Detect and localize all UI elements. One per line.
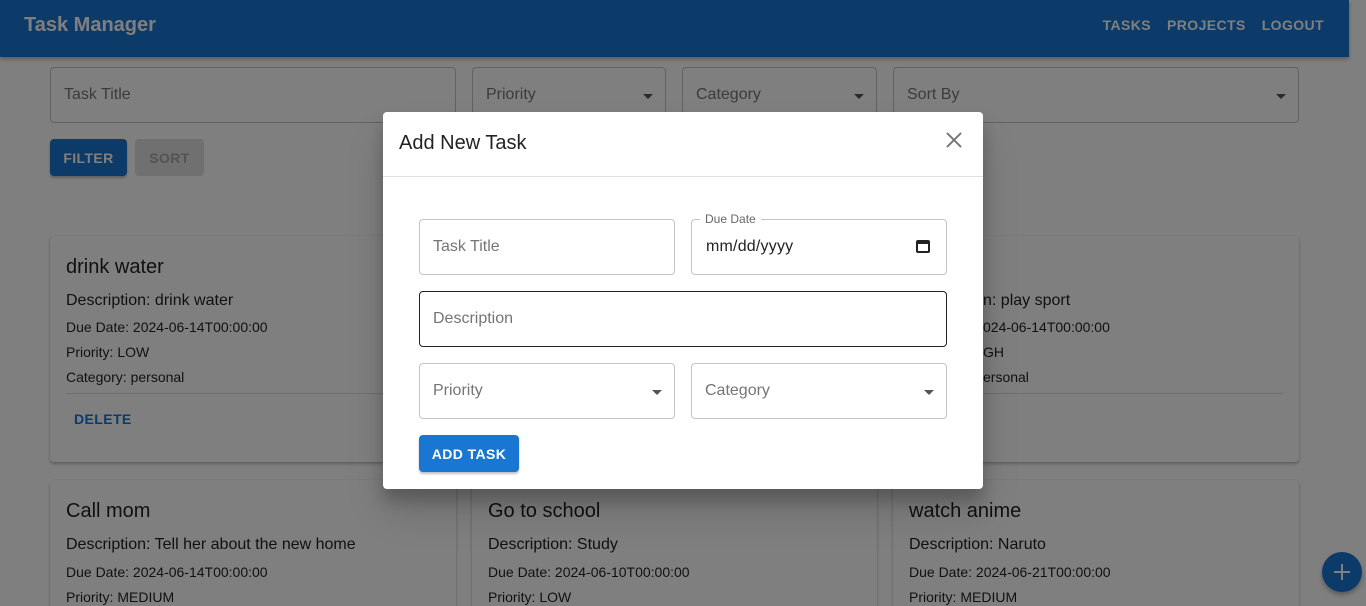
priority-select[interactable]: Priority [419, 363, 675, 419]
dialog-divider [383, 176, 983, 177]
priority-placeholder: Priority [433, 382, 483, 399]
category-placeholder: Category [705, 382, 770, 399]
dropdown-arrow-icon [924, 390, 934, 395]
description-placeholder: Description [433, 310, 514, 327]
description-input[interactable]: Description [419, 291, 947, 347]
dialog-title: Add New Task [399, 132, 527, 154]
due-date-value: mm/dd/yyyy [706, 238, 794, 255]
task-title-placeholder: Task Title [433, 238, 500, 255]
category-select[interactable]: Category [691, 363, 947, 419]
add-task-dialog: Add New Task Task Title Due Date mm/dd/y… [383, 112, 983, 489]
calendar-icon[interactable] [916, 240, 930, 253]
due-date-input[interactable]: Due Date mm/dd/yyyy [691, 212, 947, 275]
task-title-input[interactable]: Task Title [419, 219, 675, 275]
add-task-button[interactable]: ADD TASK [419, 435, 519, 472]
close-icon[interactable] [944, 130, 964, 150]
dropdown-arrow-icon [652, 390, 662, 395]
due-date-label: Due Date [700, 212, 761, 226]
